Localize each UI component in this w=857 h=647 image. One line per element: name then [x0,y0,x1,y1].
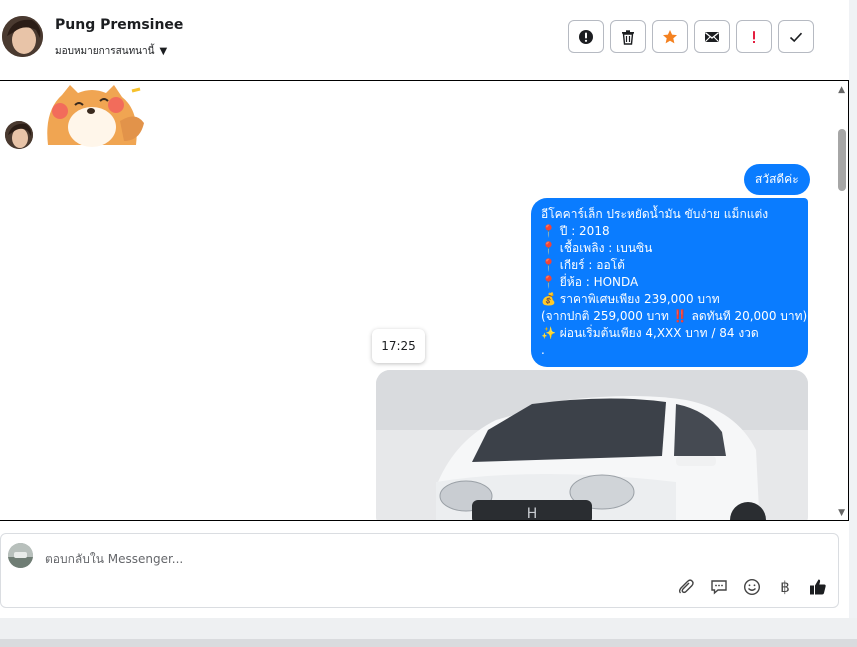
paperclip-icon [678,579,694,594]
conversation-header: Pung Premsinee มอบหมายการสนทนานี้ ▼ [0,0,849,80]
payment-button[interactable]: ฿ [775,577,795,597]
delete-button[interactable] [610,20,646,53]
listing-line: 💰 ราคาพิเศษเพียง 239,000 บาท [541,292,720,306]
envelope-icon [705,31,719,42]
message-thread[interactable]: สวัสดีค่ะ อีโคคาร์เล็ก ประหยัดน้ำมัน ขับ… [0,80,849,521]
follow-up-button[interactable] [736,20,772,53]
scroll-up-icon[interactable]: ▲ [838,85,845,95]
chat-scrollbar[interactable]: ▲ ▼ [832,81,848,520]
listing-line: 📍 ยี่ห้อ : HONDA [541,275,639,289]
listing-line: . [541,343,545,357]
bottom-scrollbar[interactable] [0,639,857,647]
check-icon [789,32,803,42]
baht-icon: ฿ [780,578,790,596]
svg-text:H: H [527,506,538,521]
report-button[interactable] [568,20,604,53]
car-photo[interactable]: H [376,370,808,521]
composer-tools: ฿ [676,577,828,597]
reply-input[interactable]: ตอบกลับใน Messenger... [45,550,183,569]
exclamation-circle-icon [579,29,593,44]
exclamation-icon [753,30,755,43]
like-button[interactable] [808,577,828,597]
trash-icon [622,29,634,45]
star-icon [663,29,677,43]
timestamp-tooltip: 17:25 [372,329,425,363]
listing-line: (จากปกติ 259,000 บาท ‼️ ลดทันที 20,000 บ… [541,309,808,323]
saved-replies-button[interactable] [709,577,729,597]
scroll-thumb[interactable] [838,129,846,191]
contact-avatar[interactable] [2,16,43,57]
mark-unread-button[interactable] [694,20,730,53]
listing-line: 📍 เกียร์ : ออโต้ [541,258,625,272]
scroll-down-icon[interactable]: ▼ [838,508,845,518]
conversation-actions [568,20,814,53]
page-avatar [8,543,33,568]
message-bubble-listing[interactable]: อีโคคาร์เล็ก ประหยัดน้ำมัน ขับง่าย แม็กแ… [531,198,808,367]
chat-bubble-icon [711,580,727,595]
emoji-button[interactable] [742,577,762,597]
right-edge [849,0,857,647]
caret-down-icon: ▼ [159,46,168,57]
assign-conversation-dropdown[interactable]: มอบหมายการสนทนานี้ ▼ [55,44,167,59]
assign-label: มอบหมายการสนทนานี้ [55,46,155,57]
done-button[interactable] [778,20,814,53]
contact-avatar-small [5,121,33,149]
contact-name[interactable]: Pung Premsinee [55,17,183,33]
listing-line: ✨ ผ่อนเริ่มต้นเพียง 4,XXX บาท / 84 งวด [541,326,759,340]
shiba-sticker [40,81,150,147]
thumbs-up-icon [810,579,826,595]
listing-line: อีโคคาร์เล็ก ประหยัดน้ำมัน ขับง่าย แม็กแ… [541,207,769,221]
smiley-icon [743,578,761,596]
listing-line: 📍 เชื้อเพลิง : เบนซิน [541,241,653,255]
listing-line: 📍 ปี : 2018 [541,224,610,238]
reply-composer[interactable]: ตอบกลับใน Messenger... ฿ [0,533,839,608]
attach-button[interactable] [676,577,696,597]
star-button[interactable] [652,20,688,53]
message-bubble-greeting[interactable]: สวัสดีค่ะ [744,164,810,195]
greeting-text: สวัสดีค่ะ [755,172,799,186]
